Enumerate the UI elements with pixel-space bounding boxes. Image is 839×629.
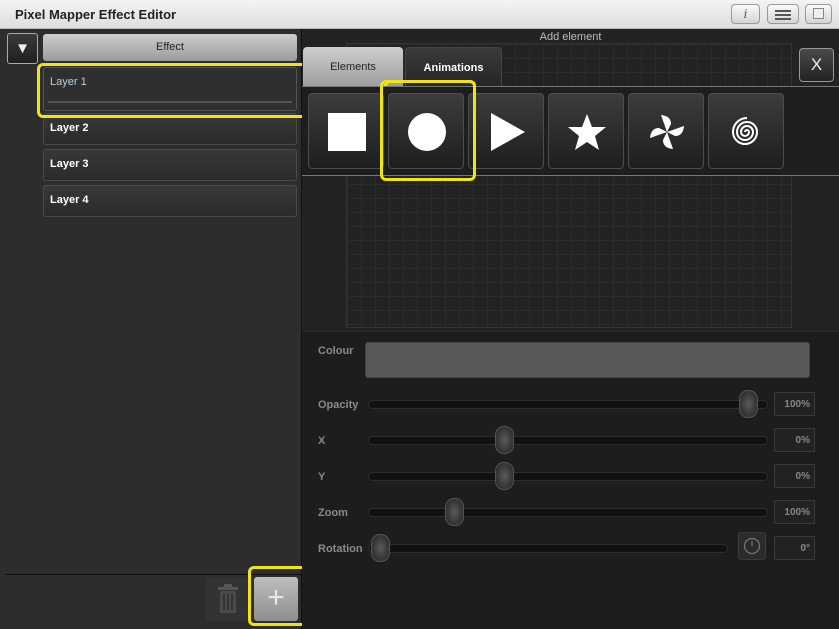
collapse-button[interactable]: ▼ xyxy=(7,33,38,64)
rotation-value[interactable]: 0° xyxy=(774,536,815,560)
circle-shape-button[interactable] xyxy=(388,93,464,169)
window-maximize-button[interactable] xyxy=(805,4,832,24)
delete-layer-button[interactable] xyxy=(206,577,250,621)
layer-label: Layer 3 xyxy=(50,158,89,170)
y-slider-track[interactable] xyxy=(368,472,768,481)
tab-animations[interactable]: Animations xyxy=(405,47,502,87)
y-label: Y xyxy=(318,471,326,483)
opacity-slider-handle[interactable] xyxy=(739,390,758,418)
zoom-label: Zoom xyxy=(318,507,348,519)
properties-panel: Colour Opacity 100% X 0% Y 0% Zoom 100% … xyxy=(302,331,839,629)
add-layer-button[interactable]: + xyxy=(254,577,298,621)
layer-label: Layer 4 xyxy=(50,194,89,206)
colour-field[interactable] xyxy=(365,342,810,378)
x-value[interactable]: 0% xyxy=(774,428,815,452)
zoom-slider-handle[interactable] xyxy=(445,498,464,526)
pinwheel-shape-button[interactable] xyxy=(628,93,704,169)
layer-item-2[interactable]: Layer 2 xyxy=(43,113,297,145)
square-shape-icon xyxy=(328,113,366,151)
star-shape-button[interactable] xyxy=(548,93,624,169)
zoom-value[interactable]: 100% xyxy=(774,500,815,524)
opacity-value[interactable]: 100% xyxy=(774,392,815,416)
title-bar: Pixel Mapper Effect Editor i xyxy=(0,0,839,29)
trash-icon xyxy=(218,584,238,613)
x-label: X xyxy=(318,435,326,447)
zoom-slider-track[interactable] xyxy=(368,508,768,517)
opacity-slider-track[interactable] xyxy=(368,400,768,409)
layer-item-1[interactable]: Layer 1 xyxy=(43,67,297,111)
close-button[interactable]: X xyxy=(799,48,834,82)
y-value[interactable]: 0% xyxy=(774,464,815,488)
opacity-label: Opacity xyxy=(318,399,359,411)
x-slider-handle[interactable] xyxy=(495,426,514,454)
square-shape-button[interactable] xyxy=(308,93,384,169)
rotation-label: Rotation xyxy=(318,543,363,555)
triangle-shape-icon xyxy=(491,113,525,151)
menu-button[interactable] xyxy=(767,4,799,24)
pinwheel-shape-icon xyxy=(650,115,684,149)
shape-palette xyxy=(302,86,839,176)
y-slider-handle[interactable] xyxy=(495,462,514,490)
layer-label: Layer 1 xyxy=(50,76,87,88)
info-button[interactable]: i xyxy=(731,4,760,24)
divider xyxy=(5,574,301,575)
layer-progress-bar xyxy=(48,101,292,103)
spiral-shape-icon xyxy=(731,117,759,145)
tab-elements[interactable]: Elements xyxy=(303,47,403,87)
layer-item-4[interactable]: Layer 4 xyxy=(43,185,297,217)
x-slider-track[interactable] xyxy=(368,436,768,445)
rotation-slider-track[interactable] xyxy=(368,544,728,553)
triangle-down-icon: ▼ xyxy=(15,40,30,57)
plus-icon: + xyxy=(267,581,285,614)
colour-label: Colour xyxy=(318,345,354,357)
layer-item-3[interactable]: Layer 3 xyxy=(43,149,297,181)
window-title: Pixel Mapper Effect Editor xyxy=(15,7,177,22)
rotation-animate-button[interactable] xyxy=(738,532,766,560)
star-shape-icon xyxy=(568,114,606,150)
circle-shape-icon xyxy=(408,113,446,151)
rotation-slider-handle[interactable] xyxy=(371,534,390,562)
close-icon: X xyxy=(810,55,823,74)
clock-icon xyxy=(743,537,761,555)
effect-header-button[interactable]: Effect xyxy=(43,34,297,61)
spiral-shape-button[interactable] xyxy=(708,93,784,169)
info-icon: i xyxy=(743,7,748,21)
add-element-pane: Add element Elements Animations X Colour… xyxy=(302,29,839,629)
maximize-icon xyxy=(813,8,824,19)
layer-label: Layer 2 xyxy=(50,122,89,134)
menu-icon xyxy=(768,5,798,20)
triangle-shape-button[interactable] xyxy=(468,93,544,169)
add-element-title: Add element xyxy=(539,31,602,43)
layers-pane: ▼ Effect Layer 1 Layer 2 Layer 3 Layer 4… xyxy=(0,29,310,629)
